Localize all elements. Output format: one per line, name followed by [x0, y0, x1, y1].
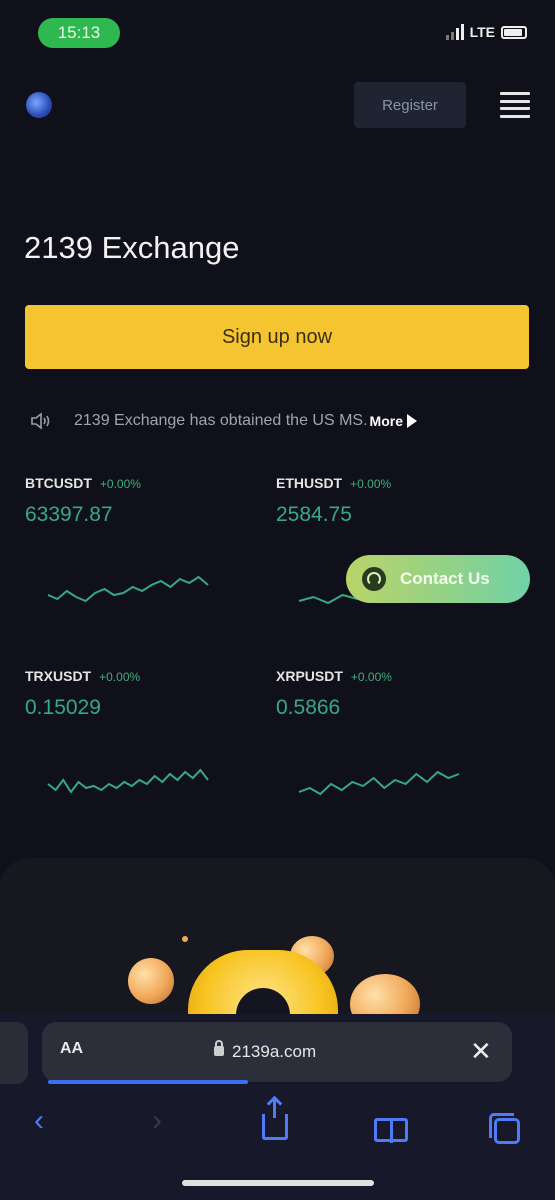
- url-text: 2139a.com: [232, 1042, 317, 1061]
- play-arrow-icon: [406, 414, 417, 428]
- sparkline-path: [298, 770, 460, 796]
- sparkline-path: [47, 575, 209, 603]
- logo-icon[interactable]: [26, 92, 52, 118]
- ticker-price: 0.5866: [276, 696, 341, 719]
- tabs-icon[interactable]: [489, 1113, 520, 1144]
- page-load-progress: [48, 1080, 248, 1084]
- sparkline-path: [47, 768, 209, 794]
- bookmarks-icon[interactable]: [374, 1118, 408, 1143]
- ticker-card[interactable]: BTCUSDT +0.00% 63397.87: [25, 475, 255, 645]
- contact-us-button[interactable]: Contact Us: [346, 555, 530, 603]
- network-label: LTE: [469, 24, 495, 40]
- contact-us-label: Contact Us: [400, 569, 490, 588]
- coin-image: [128, 958, 174, 1004]
- ticker-sparkline: [47, 575, 209, 603]
- ticker-pair: XRPUSDT: [276, 668, 343, 684]
- register-button[interactable]: Register: [354, 82, 466, 128]
- ticker-price: 2584.75: [276, 503, 352, 526]
- ticker-sparkline: [298, 770, 460, 796]
- promo-banner[interactable]: [0, 858, 555, 1018]
- ticker-price: 63397.87: [25, 503, 113, 526]
- ticker-sparkline: [47, 768, 209, 794]
- ticker-pair: TRXUSDT: [25, 668, 92, 684]
- notice-text: 2139 Exchange has obtained the US MS.: [74, 412, 368, 429]
- notice-more-link[interactable]: More: [370, 413, 403, 429]
- status-time: 15:13: [38, 18, 120, 48]
- close-icon[interactable]: ✕: [470, 1038, 492, 1064]
- signal-icon: [445, 24, 464, 40]
- battery-icon: [501, 25, 527, 39]
- reader-options-button[interactable]: AA: [60, 1040, 83, 1058]
- status-bar: 15:13 LTE: [0, 0, 555, 60]
- ticker-card[interactable]: XRPUSDT +0.00% 0.5866: [276, 668, 506, 838]
- home-indicator[interactable]: [182, 1180, 374, 1186]
- status-indicators: LTE: [445, 24, 527, 40]
- lock-icon: [214, 1040, 224, 1056]
- forward-icon[interactable]: ›: [152, 1104, 162, 1138]
- previous-tab-preview[interactable]: [0, 1022, 28, 1084]
- ticker-change: +0.00%: [99, 477, 141, 491]
- coin-image: [350, 974, 420, 1018]
- top-nav: Register: [0, 78, 555, 134]
- page-title: 2139 Exchange: [24, 230, 240, 265]
- ticker-change: +0.00%: [350, 670, 392, 684]
- share-icon[interactable]: [262, 1100, 288, 1140]
- ticker-change: +0.00%: [99, 670, 141, 684]
- ticker-price: 0.15029: [25, 696, 101, 719]
- address-bar[interactable]: AA 2139a.com ✕: [42, 1022, 512, 1082]
- ticker-card[interactable]: TRXUSDT +0.00% 0.15029: [25, 668, 255, 838]
- browser-toolbar: AA 2139a.com ✕ ‹ ›: [0, 1014, 555, 1200]
- coin-sparkle: [182, 936, 188, 942]
- hamburger-menu-icon[interactable]: [500, 92, 530, 118]
- headset-icon: [362, 567, 386, 591]
- signup-button[interactable]: Sign up now: [25, 305, 529, 369]
- ticker-pair: ETHUSDT: [276, 475, 343, 491]
- ticker-pair: BTCUSDT: [25, 475, 92, 491]
- ticker-change: +0.00%: [350, 477, 392, 491]
- speaker-icon: [31, 412, 50, 430]
- notice-marquee[interactable]: 2139 Exchange has obtained the US MS. Mo…: [30, 408, 530, 434]
- back-icon[interactable]: ‹: [34, 1104, 44, 1138]
